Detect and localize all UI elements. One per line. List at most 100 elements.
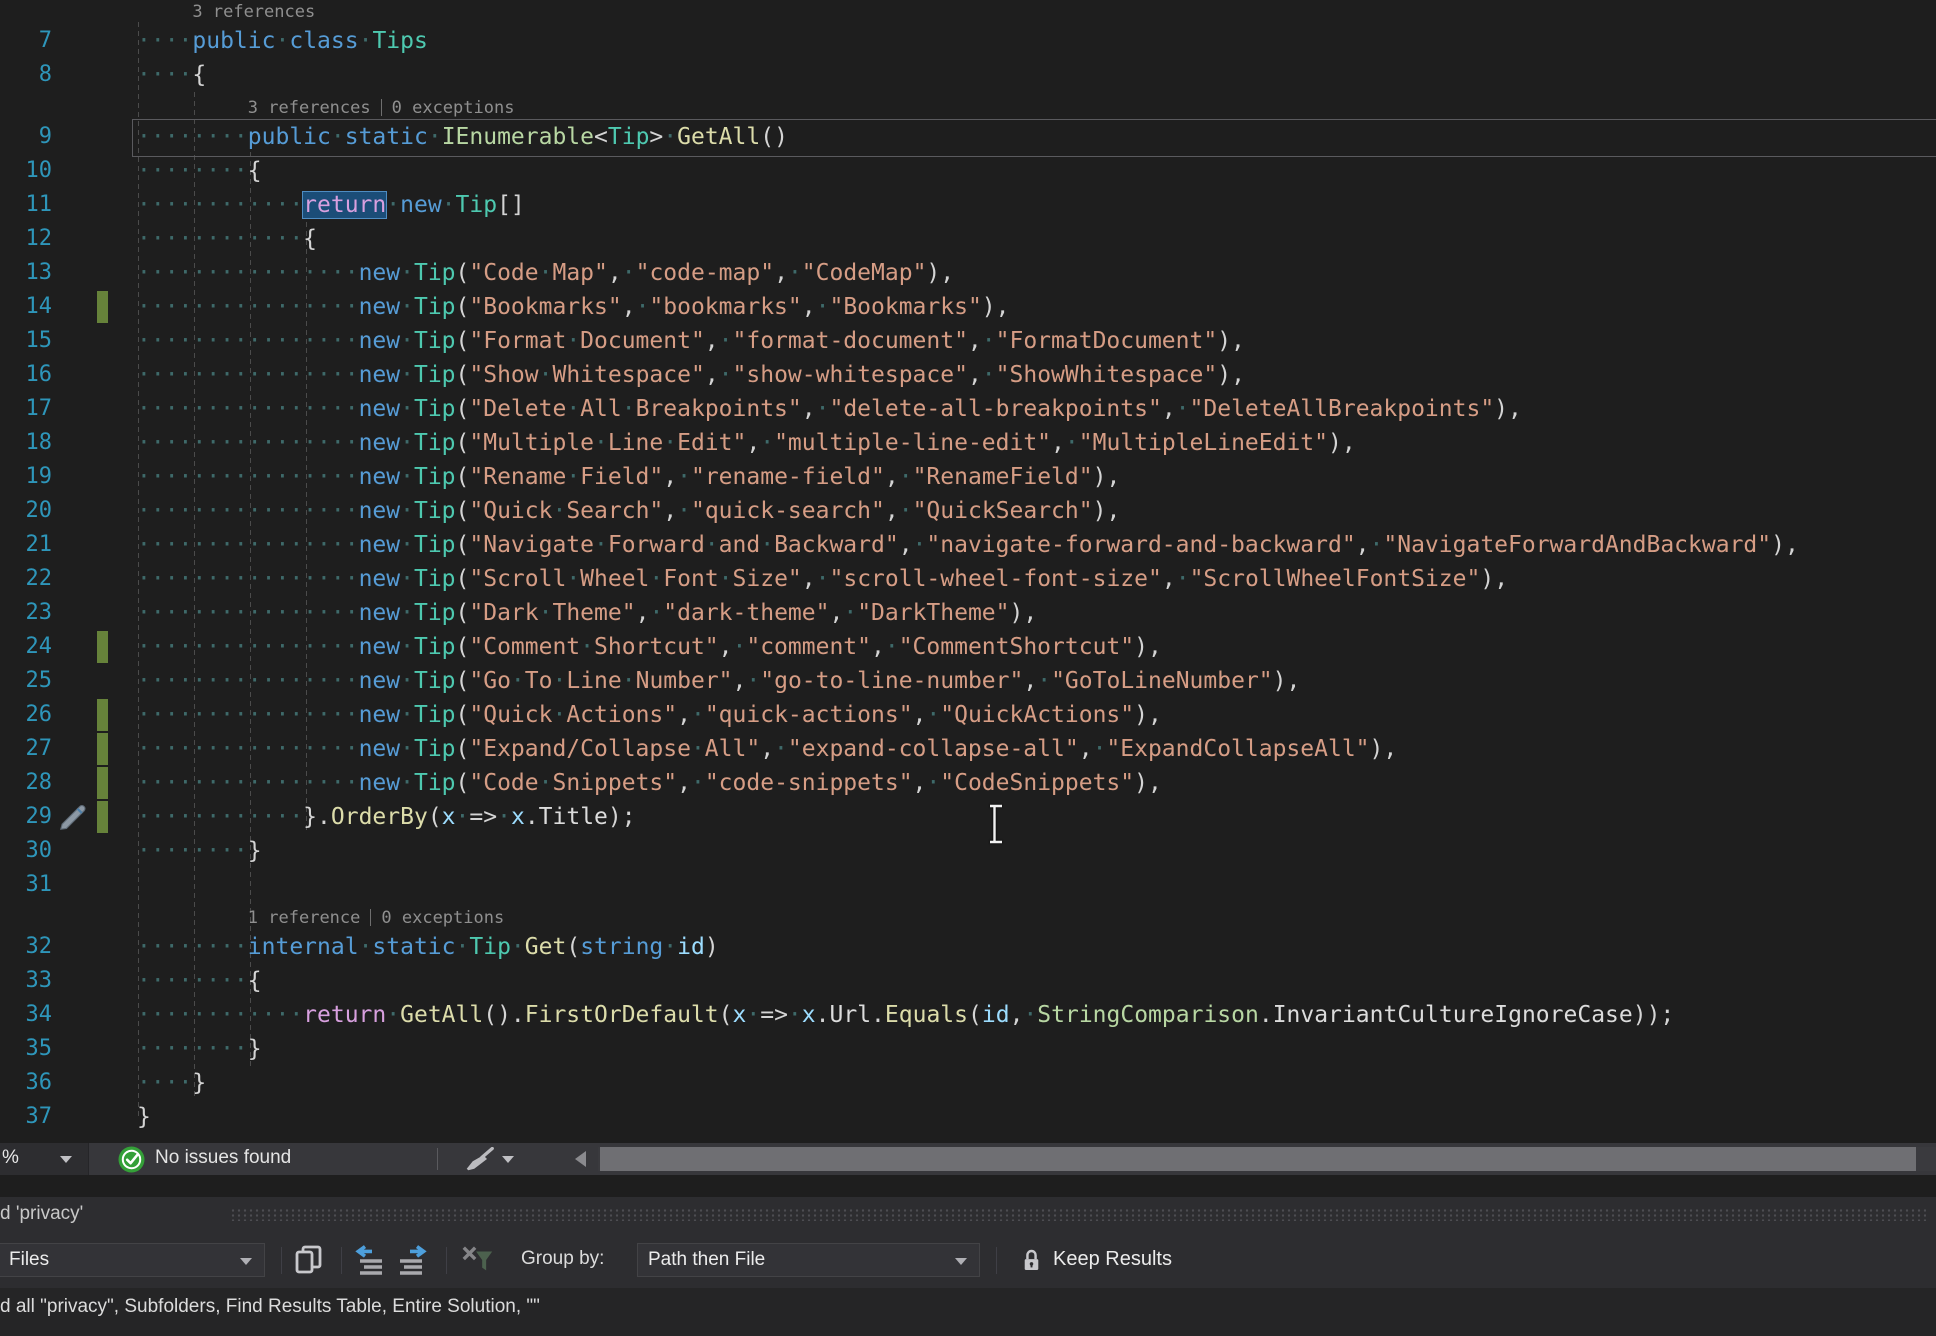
whitespace-dots: ·: [760, 430, 775, 456]
code-line[interactable]: 32 ········internal·static·Tip·Get(string…: [0, 930, 1936, 964]
whitespace-dots: ·: [981, 328, 996, 354]
line-number: 7: [38, 28, 52, 53]
whitespace-dots: ·: [552, 668, 567, 694]
codelens-link[interactable]: 1 reference 0 exceptions: [248, 904, 504, 932]
code-line[interactable]: 15 ················new·Tip("Format·Docume…: [0, 324, 1936, 358]
zoom-level-dropdown[interactable]: %: [0, 1143, 89, 1175]
code-line[interactable]: 11 ············return·new·Tip[]: [0, 188, 1936, 222]
whitespace-dots: ·: [386, 192, 401, 218]
find-results-summary-row[interactable]: d all "privacy", Subfolders, Find Result…: [0, 1288, 1936, 1336]
code-line[interactable]: 31: [0, 868, 1936, 902]
code-line[interactable]: 26 ················new·Tip("Quick·Actions…: [0, 698, 1936, 732]
chevron-down-icon[interactable]: [502, 1156, 514, 1163]
code-line[interactable]: 35 ········}: [0, 1032, 1936, 1066]
codelens-link[interactable]: 3 references: [192, 0, 315, 26]
code-line[interactable]: 9 ········public·static·IEnumerable<Tip>·…: [0, 120, 1936, 154]
whitespace-dots: ····: [137, 1070, 193, 1096]
previous-location-icon[interactable]: [352, 1245, 388, 1275]
code-line[interactable]: 23 ················new·Tip("Dark·Theme",·…: [0, 596, 1936, 630]
whitespace-dots: ·: [663, 124, 678, 150]
horizontal-scrollbar-thumb[interactable]: [600, 1147, 1916, 1171]
whitespace-dots: ················: [137, 600, 359, 626]
line-number: 11: [25, 192, 53, 217]
whitespace-dots: ·: [275, 28, 290, 54]
group-by-dropdown[interactable]: Path then File: [637, 1243, 980, 1277]
code-line[interactable]: 13 ················new·Tip("Code·Map",·"c…: [0, 256, 1936, 290]
code-line[interactable]: 24 ················new·Tip("Comment·Short…: [0, 630, 1936, 664]
whitespace-dots: ·: [690, 736, 705, 762]
whitespace-dots: ················: [137, 430, 359, 456]
code-line[interactable]: 19 ················new·Tip("Rename·Field"…: [0, 460, 1936, 494]
code-line[interactable]: 20 ················new·Tip("Quick·Search"…: [0, 494, 1936, 528]
code-line[interactable]: 17 ················new·Tip("Delete·All·Br…: [0, 392, 1936, 426]
whitespace-dots: ········: [137, 838, 248, 864]
scrollbar-left-arrow[interactable]: [575, 1151, 586, 1167]
chevron-down-icon: [240, 1258, 252, 1265]
code-line[interactable]: 30 ········}: [0, 834, 1936, 868]
code-line[interactable]: 33 ········{: [0, 964, 1936, 998]
whitespace-dots: ·: [663, 430, 678, 456]
whitespace-dots: ·: [538, 260, 553, 286]
code-line[interactable]: 22 ················new·Tip("Scroll·Wheel·…: [0, 562, 1936, 596]
change-tracking-bar: [97, 767, 108, 799]
clear-filter-icon[interactable]: [460, 1245, 496, 1275]
whitespace-dots: ·: [1175, 566, 1190, 592]
copy-results-icon[interactable]: [292, 1245, 328, 1275]
whitespace-dots: ····: [137, 62, 193, 88]
change-tracking-bar: [97, 733, 108, 765]
code-line[interactable]: 21 ················new·Tip("Navigate·Forw…: [0, 528, 1936, 562]
whitespace-dots: ·: [400, 464, 414, 490]
code-line[interactable]: 28 ················new·Tip("Code·Snippets…: [0, 766, 1936, 800]
code-editor[interactable]: 3 references 7 ····public·class·Tips 8 ····{…: [0, 0, 1936, 1143]
code-line[interactable]: 18 ················new·Tip("Multiple·Line…: [0, 426, 1936, 460]
whitespace-dots: ·: [981, 362, 996, 388]
change-tracking-bar: [97, 699, 108, 731]
keep-results-lock-icon[interactable]: [1022, 1248, 1041, 1273]
whitespace-dots: ················: [137, 702, 359, 728]
line-number: 33: [25, 968, 53, 993]
code-line[interactable]: 27 ················new·Tip("Expand/Collap…: [0, 732, 1936, 766]
code-cleanup-broom-icon[interactable]: [460, 1147, 496, 1171]
line-number: 18: [25, 430, 53, 455]
whitespace-dots: ·: [400, 600, 414, 626]
line-number: 30: [25, 838, 53, 863]
code-line[interactable]: 36 ····}: [0, 1066, 1936, 1100]
whitespace-dots: ·: [746, 1002, 761, 1028]
line-number: 29: [25, 804, 53, 829]
line-number: 23: [25, 600, 53, 625]
whitespace-dots: ·: [497, 804, 511, 830]
line-number: 27: [25, 736, 53, 761]
code-line[interactable]: 34 ············return·GetAll().FirstOrDef…: [0, 998, 1936, 1032]
health-check-icon[interactable]: [118, 1146, 145, 1173]
codelens-row: 3 references: [0, 0, 1936, 24]
next-location-icon[interactable]: [394, 1245, 430, 1275]
code-line[interactable]: 16 ················new·Tip("Show·Whitespa…: [0, 358, 1936, 392]
change-tracking-bar: [97, 291, 108, 323]
code-line[interactable]: 10 ········{: [0, 154, 1936, 188]
whitespace-dots: ·: [635, 294, 650, 320]
code-line[interactable]: 12 ············{: [0, 222, 1936, 256]
codelens-link[interactable]: 3 references 0 exceptions: [248, 94, 515, 122]
whitespace-dots: ·: [510, 934, 525, 960]
chevron-down-icon: [955, 1258, 967, 1265]
whitespace-dots: ·: [732, 634, 747, 660]
whitespace-dots: ·: [400, 736, 414, 762]
whitespace-dots: ················: [137, 294, 359, 320]
whitespace-dots: ················: [137, 362, 359, 388]
code-line[interactable]: 25 ················new·Tip("Go·To·Line·Nu…: [0, 664, 1936, 698]
find-results-titlebar[interactable]: d 'privacy': [0, 1197, 1936, 1232]
group-by-value: Path then File: [648, 1249, 766, 1270]
code-line[interactable]: 7 ····public·class·Tips: [0, 24, 1936, 58]
code-line[interactable]: 37}: [0, 1100, 1936, 1134]
code-line[interactable]: 14 ················new·Tip("Bookmarks",·"…: [0, 290, 1936, 324]
code-line[interactable]: 8 ····{: [0, 58, 1936, 92]
group-by-label: Group by:: [521, 1248, 605, 1269]
keep-results-button[interactable]: Keep Results: [1053, 1248, 1172, 1271]
change-tracking-bar: [97, 631, 108, 663]
whitespace-dots: ········: [137, 124, 248, 150]
whitespace-dots: ·: [386, 1002, 401, 1028]
whitespace-dots: ·: [400, 328, 414, 354]
code-line[interactable]: 29 ············}.OrderBy(x·=>·x.Title);: [0, 800, 1936, 834]
line-number: 36: [25, 1070, 53, 1095]
scope-dropdown[interactable]: Files: [0, 1243, 265, 1277]
